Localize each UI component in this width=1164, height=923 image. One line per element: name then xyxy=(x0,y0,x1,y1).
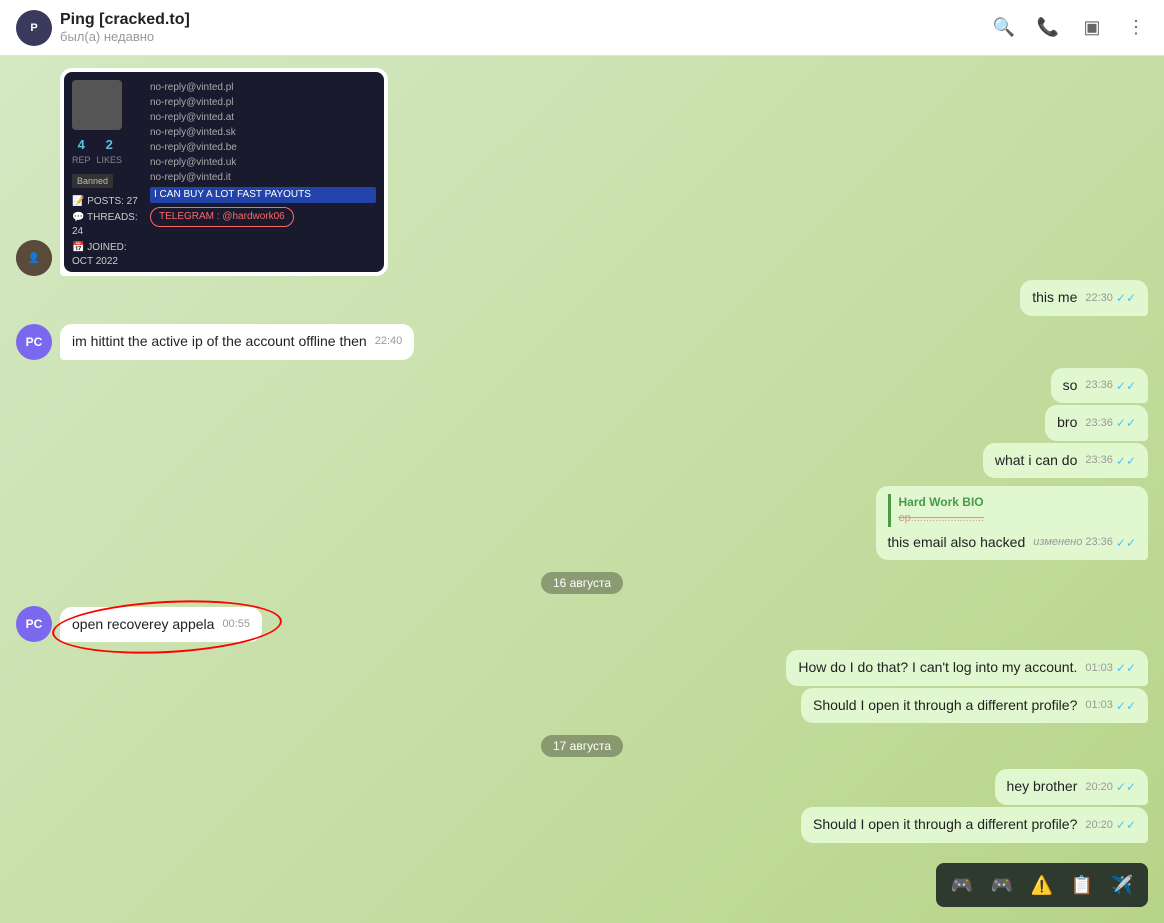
more-icon[interactable]: ⋮ xyxy=(1124,16,1148,40)
message-text: Should I open it through a different pro… xyxy=(813,816,1077,832)
message-bubble: Should I open it through a different pro… xyxy=(801,688,1148,724)
message-time: 23:36 ✓✓ xyxy=(1085,378,1136,395)
message-bubble: Should I open it through a different pro… xyxy=(801,807,1148,843)
message-time: 23:36 ✓✓ xyxy=(1085,415,1136,432)
header-info: Ping [cracked.to] был(а) недавно xyxy=(60,11,992,44)
search-icon[interactable]: 🔍 xyxy=(992,16,1016,40)
message-text: what i can do xyxy=(995,452,1078,468)
message-bubble: Hard Work BIO ep........................… xyxy=(876,486,1149,560)
message-text: hey brother xyxy=(1007,778,1078,794)
message-time: изменено 23:36 ✓✓ xyxy=(1033,535,1136,552)
taskbar-icon-telegram[interactable]: ✈️ xyxy=(1108,871,1136,899)
tick-icon: ✓✓ xyxy=(1116,698,1136,715)
date-separator: 17 августа xyxy=(16,735,1148,757)
message-bubble: hey brother 20:20 ✓✓ xyxy=(995,769,1148,805)
message-bubble: im hittint the active ip of the account … xyxy=(60,324,414,360)
message-bubble: open recoverey appela 00:55 xyxy=(60,607,262,643)
msg-row: How do I do that? I can't log into my ac… xyxy=(16,650,1148,686)
taskbar-icon-warning[interactable]: ⚠️ xyxy=(1028,871,1056,899)
header-actions: 🔍 📞 ▣ ⋮ xyxy=(992,16,1148,40)
date-badge: 16 августа xyxy=(541,572,623,594)
tick-icon: ✓✓ xyxy=(1116,378,1136,395)
msg-row: so 23:36 ✓✓ xyxy=(16,368,1148,404)
contact-avatar: P xyxy=(16,10,52,46)
tick-icon: ✓✓ xyxy=(1116,535,1136,552)
avatar: PC xyxy=(16,606,52,642)
message-text: im hittint the active ip of the account … xyxy=(72,333,367,349)
message-bubble: How do I do that? I can't log into my ac… xyxy=(786,650,1148,686)
message-bubble: bro 23:36 ✓✓ xyxy=(1045,405,1148,441)
message-time: 23:36 ✓✓ xyxy=(1085,453,1136,470)
msg-row: 👤 4REP 2LIKES Banned 📝 POSTS: 27 💬 THREA xyxy=(16,68,1148,276)
tick-icon: ✓✓ xyxy=(1116,415,1136,432)
tick-icon: ✓✓ xyxy=(1116,290,1136,307)
msg-row: what i can do 23:36 ✓✓ xyxy=(16,443,1148,479)
message-text: so xyxy=(1063,377,1078,393)
tick-icon: ✓✓ xyxy=(1116,779,1136,796)
contact-status: был(а) недавно xyxy=(60,29,992,44)
message-time: 00:55 xyxy=(222,617,250,632)
screenshot-image: 4REP 2LIKES Banned 📝 POSTS: 27 💬 THREADS… xyxy=(64,72,384,272)
message-container: open recoverey appela 00:55 xyxy=(60,607,262,643)
msg-row: hey brother 20:20 ✓✓ xyxy=(16,769,1148,805)
msg-row: bro 23:36 ✓✓ xyxy=(16,405,1148,441)
date-separator: 16 августа xyxy=(16,572,1148,594)
taskbar-icon-2[interactable]: 🎮 xyxy=(988,871,1016,899)
msg-row: Should I open it through a different pro… xyxy=(16,688,1148,724)
layout-icon[interactable]: ▣ xyxy=(1080,16,1104,40)
phone-icon[interactable]: 📞 xyxy=(1036,16,1060,40)
message-time: 22:30 ✓✓ xyxy=(1085,290,1136,307)
chat-header: P Ping [cracked.to] был(а) недавно 🔍 📞 ▣… xyxy=(0,0,1164,56)
message-time: 20:20 ✓✓ xyxy=(1085,817,1136,834)
msg-row: Should I open it through a different pro… xyxy=(16,807,1148,843)
message-text: bro xyxy=(1057,414,1077,430)
taskbar-icon-1[interactable]: 🎮 xyxy=(948,871,976,899)
taskbar: 🎮 🎮 ⚠️ 📋 ✈️ xyxy=(936,863,1148,907)
tick-icon: ✓✓ xyxy=(1116,817,1136,834)
message-bubble: 4REP 2LIKES Banned 📝 POSTS: 27 💬 THREADS… xyxy=(60,68,388,276)
message-text: this me xyxy=(1032,289,1077,305)
reply-preview: Hard Work BIO ep........................ xyxy=(888,494,1137,526)
message-time: 22:40 xyxy=(375,334,403,349)
message-text: open recoverey appela xyxy=(72,616,214,632)
message-text: How do I do that? I can't log into my ac… xyxy=(798,659,1077,675)
tick-icon: ✓✓ xyxy=(1116,660,1136,677)
avatar: 👤 xyxy=(16,240,52,276)
chat-background: 👤 4REP 2LIKES Banned 📝 POSTS: 27 💬 THREA xyxy=(0,56,1164,923)
msg-row: PC open recoverey appela 00:55 xyxy=(16,606,1148,642)
message-text: Should I open it through a different pro… xyxy=(813,697,1077,713)
reply-title: Hard Work BIO xyxy=(899,494,1137,511)
msg-row: Hard Work BIO ep........................… xyxy=(16,486,1148,560)
edited-label: изменено xyxy=(1033,535,1082,550)
reply-text: ep........................ xyxy=(899,511,1137,526)
message-bubble: what i can do 23:36 ✓✓ xyxy=(983,443,1148,479)
message-bubble: this me 22:30 ✓✓ xyxy=(1020,280,1148,316)
avatar: PC xyxy=(16,324,52,360)
msg-row: this me 22:30 ✓✓ xyxy=(16,280,1148,316)
message-bubble: so 23:36 ✓✓ xyxy=(1051,368,1148,404)
message-time: 01:03 ✓✓ xyxy=(1085,698,1136,715)
msg-row: PC im hittint the active ip of the accou… xyxy=(16,324,1148,360)
date-badge: 17 августа xyxy=(541,735,623,757)
message-text: this email also hacked xyxy=(888,534,1026,550)
tick-icon: ✓✓ xyxy=(1116,453,1136,470)
taskbar-icon-list[interactable]: 📋 xyxy=(1068,871,1096,899)
message-time: 20:20 ✓✓ xyxy=(1085,779,1136,796)
contact-name: Ping [cracked.to] xyxy=(60,11,992,29)
message-time: 01:03 ✓✓ xyxy=(1085,660,1136,677)
